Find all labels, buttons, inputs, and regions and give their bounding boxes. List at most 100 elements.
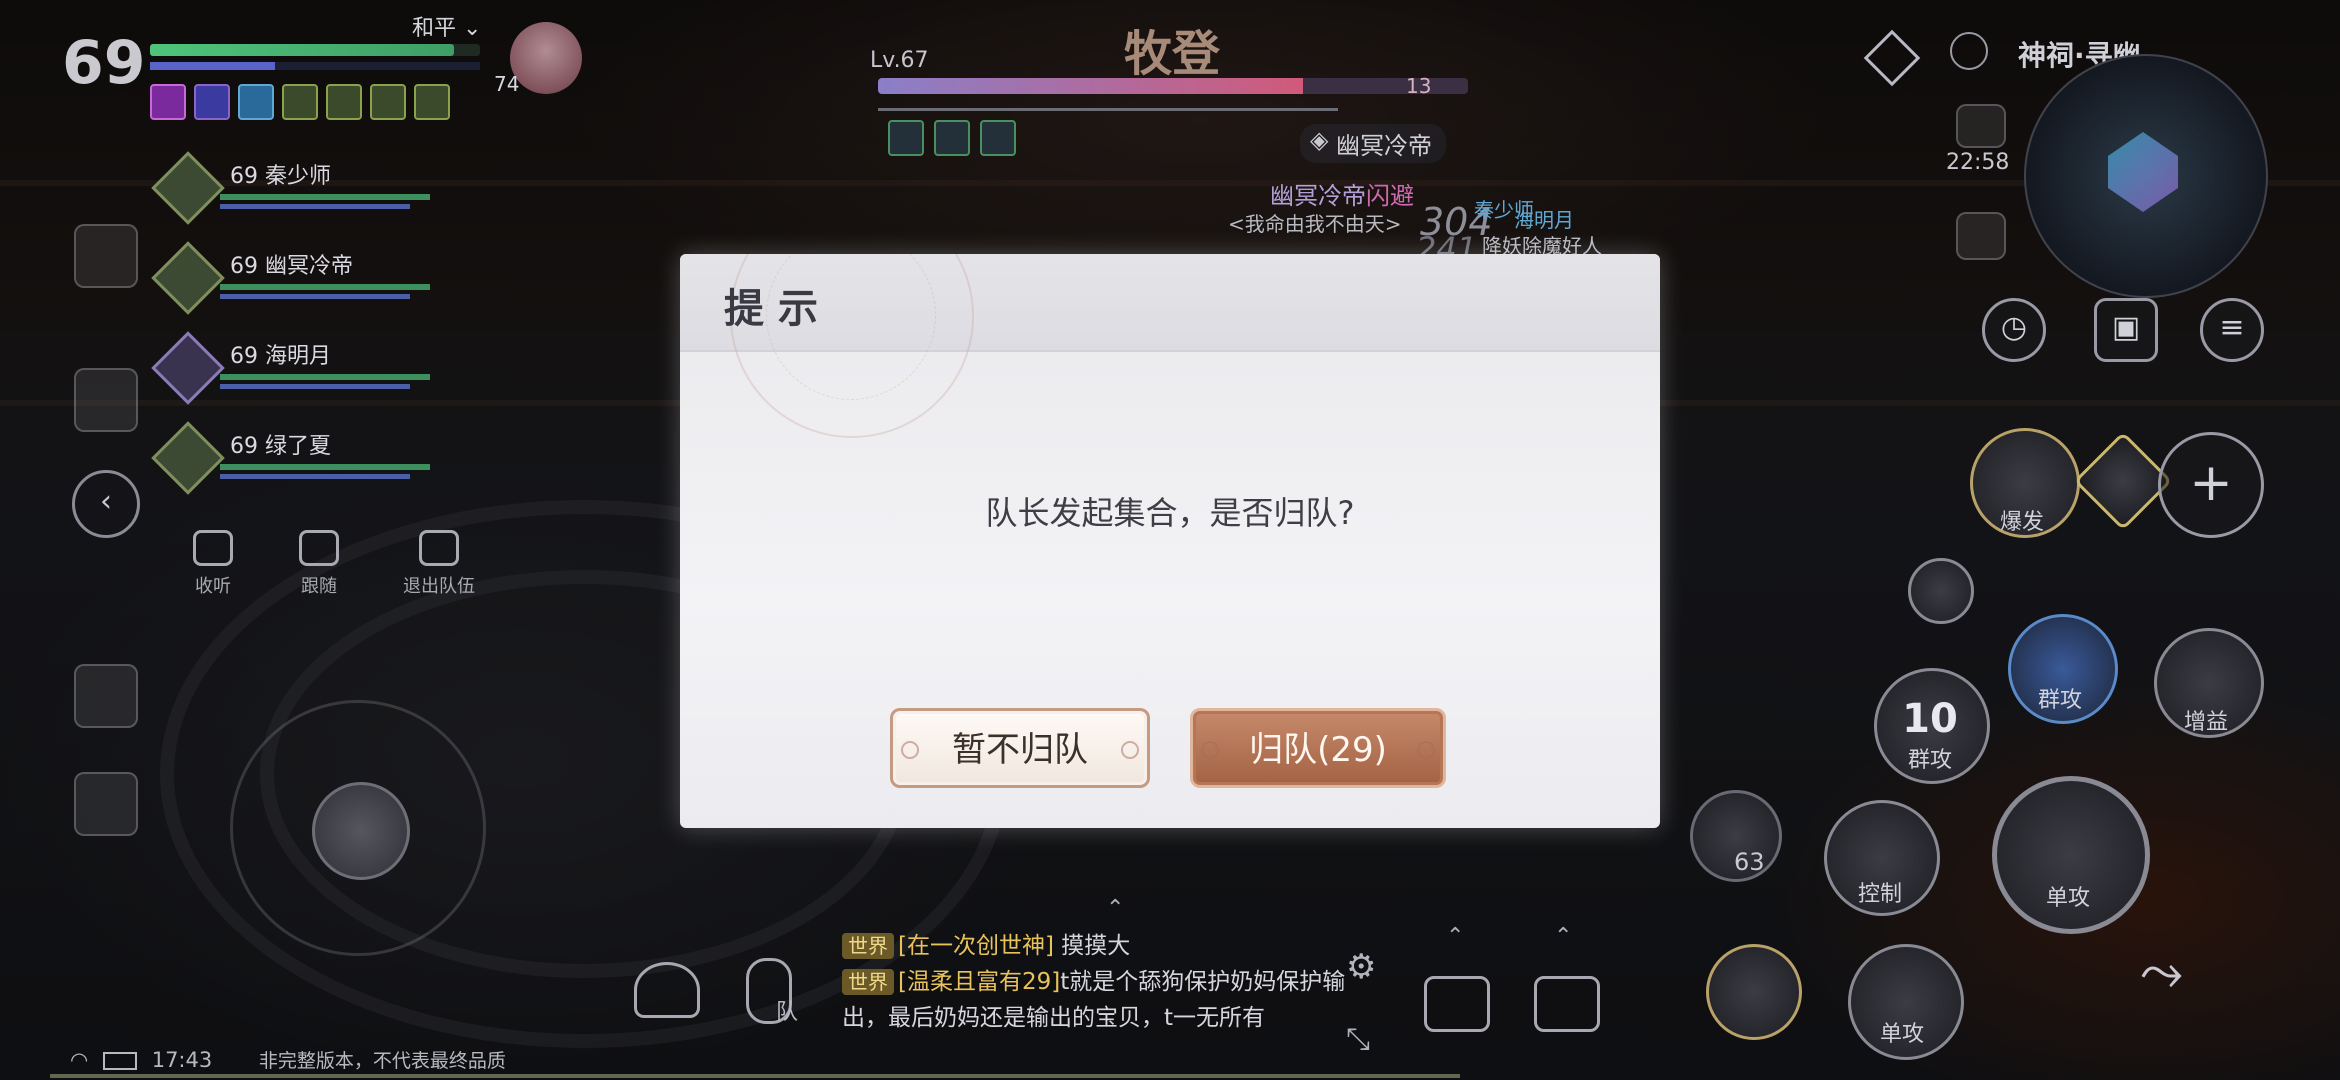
overhead-name: 海明月 [1514,208,1574,232]
player-hp-bar [150,44,480,56]
flag-icon[interactable] [74,368,138,432]
boss-level: Lv.67 [870,48,929,73]
exp-bar [50,1074,1460,1078]
class-icon [151,421,225,495]
team-member[interactable]: 69 幽冥冷帝 [150,240,450,320]
version-notice: 非完整版本，不代表最终品质 [258,1050,506,1072]
add-skill-button[interactable]: + [2158,432,2264,538]
player-mp-bar [150,62,480,70]
chat-sender: [在一次创世神] [898,933,1054,959]
member-hp-bar [220,464,430,470]
decline-rejoin-button[interactable]: 暂不归队 [890,708,1150,788]
dodge-icon[interactable]: ⤳ [2140,940,2210,1010]
timer-icon[interactable]: ◷ [1982,298,2046,362]
member-name: 69 幽冥冷帝 [230,254,354,279]
dodge-label: 闪避 [1366,182,1414,210]
chat-sender: [温柔且富有29] [898,969,1061,995]
member-name: 69 秦少师 [230,164,332,189]
buff-icon[interactable] [414,84,450,120]
chat-text: 摸摸大 [1061,933,1131,959]
pvp-mode-toggle[interactable]: 和平 ⌄ [412,10,481,42]
buff-icon [934,120,970,156]
potion-count: 63 [1734,848,1765,876]
boss-hp-bar-count: 13 [1406,74,1432,98]
player-level: 69 [62,28,146,98]
chat-panel[interactable]: 世界 [在一次创世神] 摸摸大 世界 [温柔且富有29]t就是个舔狗保护奶妈保护输出… [842,928,1362,1036]
menu-icon[interactable]: ≡ [2200,298,2264,362]
camera-icon[interactable] [1424,976,1490,1032]
auto-mode-icon[interactable] [74,772,138,836]
buff-icon[interactable] [370,84,406,120]
buff-label: 增益 [2183,710,2228,735]
single-attack-label: 单攻 [2045,886,2090,911]
chat-message: 世界 [温柔且富有29]t就是个舔狗保护奶妈保护输出，最后奶妈还是输出的宝贝，t一… [842,964,1362,1036]
buff-icon[interactable] [150,84,186,120]
leave-label: 退出队伍 [403,576,475,597]
boss-buff-list [888,120,1016,156]
pet-level: 74 [494,72,520,96]
chat-channel-tag: 世界 [842,933,894,959]
quest-scroll-icon[interactable] [74,224,138,288]
dash-skill-button[interactable] [1706,944,1802,1040]
class-icon [151,151,225,225]
expand-icon[interactable]: ⌃ [1446,924,1464,949]
rally-dialog: 提示 队长发起集合，是否归队? 暂不归队 归队(29) [680,254,1660,828]
group-attack-label: 群攻 [2037,688,2082,713]
emote-icon[interactable] [74,664,138,728]
chat-expand-icon[interactable]: ⌃ [1106,896,1124,921]
dialog-header: 提示 [680,254,1660,438]
listen-label: 收听 [195,576,231,597]
follow-button[interactable]: 跟随 [274,530,364,598]
pet-avatar[interactable] [510,22,582,94]
rejoin-team-button[interactable]: 归队(29) [1190,708,1446,788]
class-icon [151,241,225,315]
control-label: 控制 [1857,882,1902,907]
overhead-motto: <我命由我不由天> [1228,212,1402,236]
skill-cooldown: 10 [1902,696,1958,742]
stats-chart-icon[interactable] [1956,212,2006,260]
member-mp-bar [220,204,410,209]
member-mp-bar [220,474,410,479]
buff-icon[interactable] [282,84,318,120]
overhead-guild-name: 幽冥冷帝闪避 [1270,182,1414,210]
class-icon [151,331,225,405]
buff-icon [980,120,1016,156]
arrow-left-icon: ‹ [100,484,112,519]
member-hp-bar [220,374,430,380]
team-member[interactable]: 69 秦少师 [150,150,450,230]
member-name: 69 海明月 [230,344,332,369]
pvp-mode-label: 和平 [412,16,457,41]
member-hp-bar [220,284,430,290]
leave-team-button[interactable]: 退出队伍 [384,530,494,598]
team-member[interactable]: 69 海明月 [150,330,450,410]
team-member[interactable]: 69 绿了夏 [150,420,450,500]
member-mp-bar [220,294,410,299]
footprint-icon [299,530,339,566]
target-lock-button[interactable] [1908,558,1974,624]
chat-message: 世界 [在一次创世神] 摸摸大 [842,928,1362,964]
joystick-knob[interactable] [312,782,410,880]
bag-icon[interactable]: ▣ [2094,298,2158,362]
player-buff-list [150,84,450,120]
boss-hp-fill [878,78,1303,94]
headphones-icon [193,530,233,566]
chat-settings-gear-icon[interactable]: ⚙ [1346,950,1380,984]
member-hp-bar [220,194,430,200]
boss-shield-line [878,108,1338,111]
screenshot-icon[interactable] [1534,976,1600,1032]
burst-label: 爆发 [1999,510,2044,535]
exit-dungeon-icon[interactable] [1956,104,2006,148]
buff-icon[interactable] [326,84,362,120]
collapse-icon[interactable]: ⤡ [1346,1022,1370,1057]
chevron-down-icon: ⌄ [463,16,482,41]
expand-icon[interactable]: ⌃ [1554,924,1572,949]
boss-name: 牧登 [1124,26,1221,82]
clock: 17:43 [151,1048,213,1072]
collapse-panel-button[interactable]: ‹ [72,470,140,538]
buff-icon[interactable] [194,84,230,120]
friends-icon[interactable] [634,962,700,1018]
buff-icon[interactable] [238,84,274,120]
exit-icon [419,530,459,566]
chat-channel-tag: 世界 [842,969,894,995]
listen-button[interactable]: 收听 [168,530,258,598]
